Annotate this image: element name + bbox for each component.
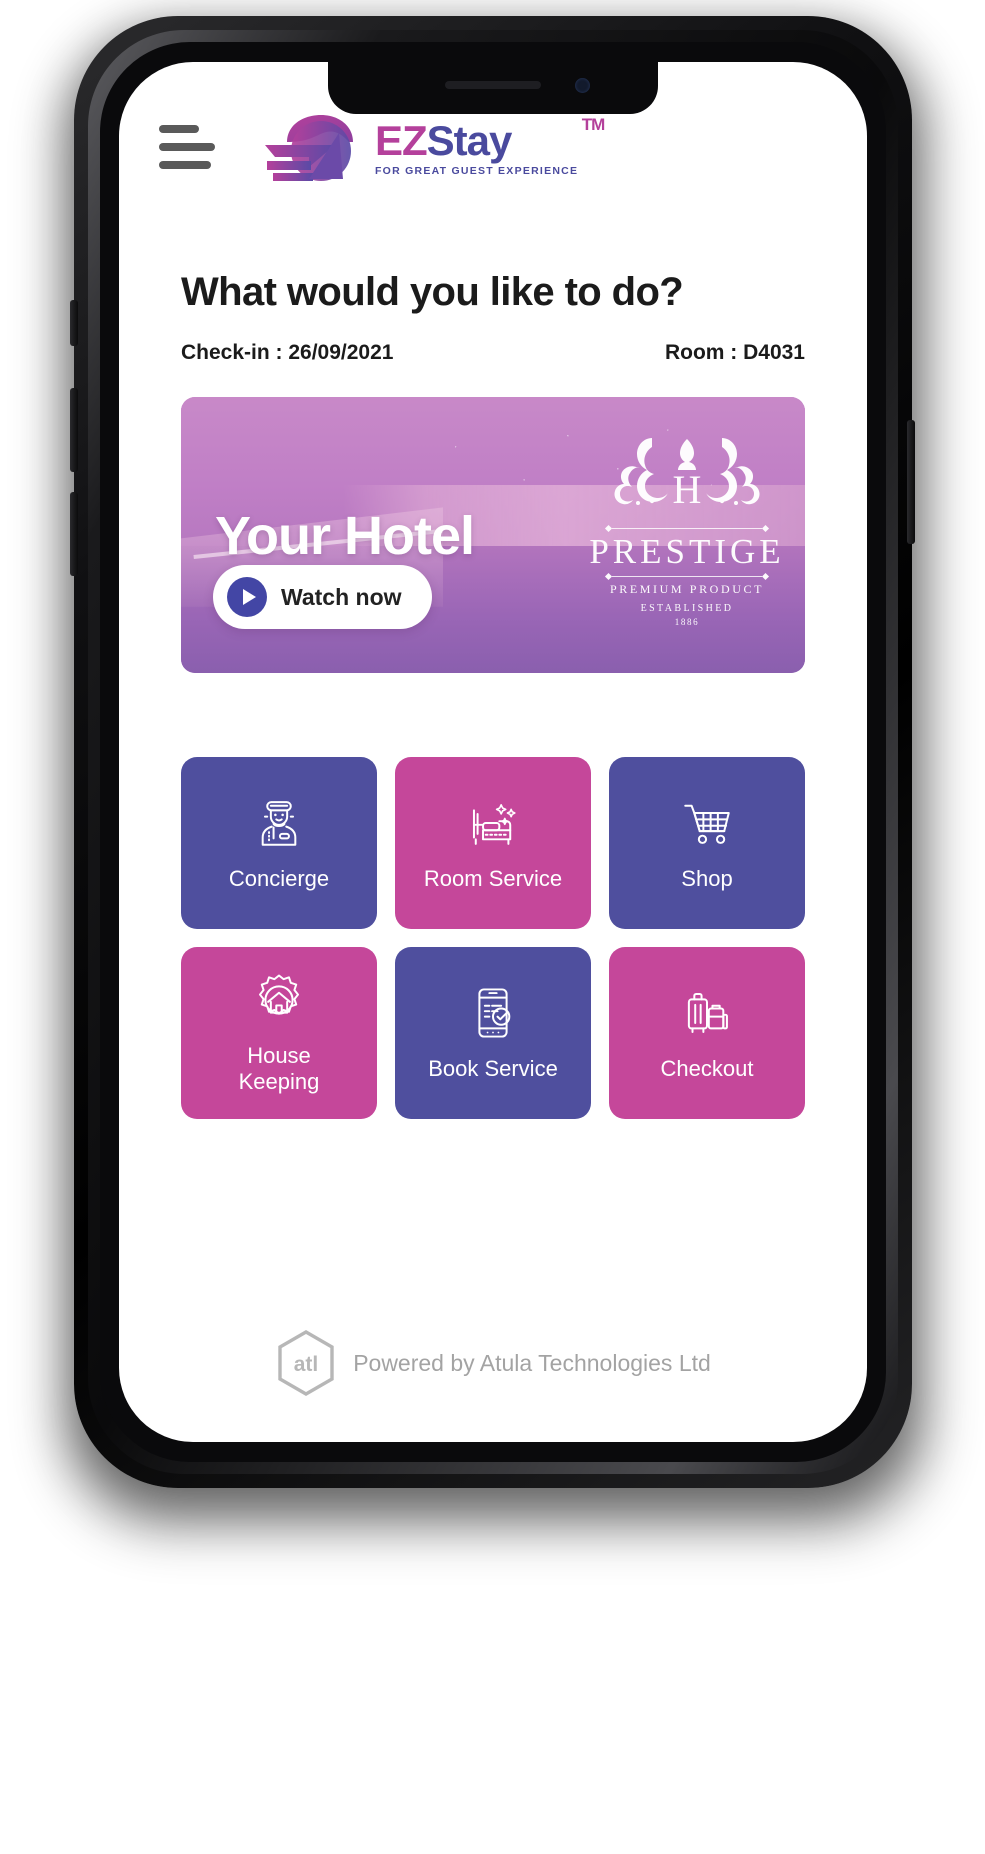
brand-wordmark: EZStay TM FOR GREAT GUEST EXPERIENCE xyxy=(375,116,605,177)
trademark-symbol: TM xyxy=(581,114,606,134)
silent-switch[interactable] xyxy=(70,300,78,346)
tile-label: House Keeping xyxy=(238,1043,320,1094)
tile-book-service[interactable]: Book Service xyxy=(395,947,591,1119)
bed-sparkle-icon xyxy=(472,804,516,845)
watch-now-label: Watch now xyxy=(281,583,402,610)
screenshot-stage: EZStay TM FOR GREAT GUEST EXPERIENCE Wha… xyxy=(0,0,985,1854)
tile-label: Shop xyxy=(681,866,733,892)
front-camera-icon xyxy=(575,78,590,93)
shopping-cart-icon xyxy=(684,804,730,844)
hotel-video-banner[interactable]: Your Hotel Watch now H PRESTIGE PREMIUM … xyxy=(181,397,805,673)
service-tile-grid: Concierge Room Service Shop House Keepin… xyxy=(181,757,805,1119)
footer: atl Powered by Atula Technologies Ltd xyxy=(119,1330,867,1396)
volume-down-button[interactable] xyxy=(70,492,78,576)
tile-label: Room Service xyxy=(423,866,563,892)
tile-room-service[interactable]: Room Service xyxy=(395,757,591,929)
tile-label: Checkout xyxy=(660,1056,754,1082)
ez-arrow-logo-icon xyxy=(265,115,353,181)
phone-notch xyxy=(328,62,658,114)
house-gear-icon xyxy=(258,974,300,1015)
play-icon xyxy=(227,577,267,617)
checkin-date: Check-in : 26/09/2021 xyxy=(181,341,394,364)
mobile-check-icon xyxy=(478,988,511,1038)
brand-word-stay: Stay xyxy=(426,116,513,164)
phone-screen: EZStay TM FOR GREAT GUEST EXPERIENCE Wha… xyxy=(119,62,867,1442)
app-content: EZStay TM FOR GREAT GUEST EXPERIENCE Wha… xyxy=(119,62,867,1442)
page-title: What would you like to do? xyxy=(181,270,684,314)
footer-text: Powered by Atula Technologies Ltd xyxy=(353,1349,711,1376)
tile-label: Concierge xyxy=(228,866,330,892)
brand-logo: EZStay TM FOR GREAT GUEST EXPERIENCE xyxy=(263,111,605,185)
stay-info-row: Check-in : 26/09/2021 Room : D4031 xyxy=(181,341,805,365)
luggage-icon xyxy=(687,992,728,1034)
watch-now-button[interactable]: Watch now xyxy=(213,565,432,629)
brand-tagline: FOR GREAT GUEST EXPERIENCE xyxy=(375,164,579,177)
tile-label: Book Service xyxy=(428,1056,558,1082)
power-button[interactable] xyxy=(907,420,915,544)
banner-title: Your Hotel xyxy=(215,506,475,566)
hamburger-menu-icon[interactable] xyxy=(159,125,215,169)
room-number: Room : D4031 xyxy=(664,341,805,364)
volume-up-button[interactable] xyxy=(70,388,78,472)
brand-word-ez: EZ xyxy=(375,116,428,164)
footer-logo-text: atl xyxy=(294,1353,319,1376)
tile-shop[interactable]: Shop xyxy=(609,757,805,929)
atl-hexagon-logo-icon: atl xyxy=(278,1330,334,1396)
earpiece-speaker xyxy=(445,81,541,89)
tile-checkout[interactable]: Checkout xyxy=(609,947,805,1119)
tile-concierge[interactable]: Concierge xyxy=(181,757,377,929)
bellhop-icon xyxy=(261,801,297,846)
tile-house-keeping[interactable]: House Keeping xyxy=(181,947,377,1119)
